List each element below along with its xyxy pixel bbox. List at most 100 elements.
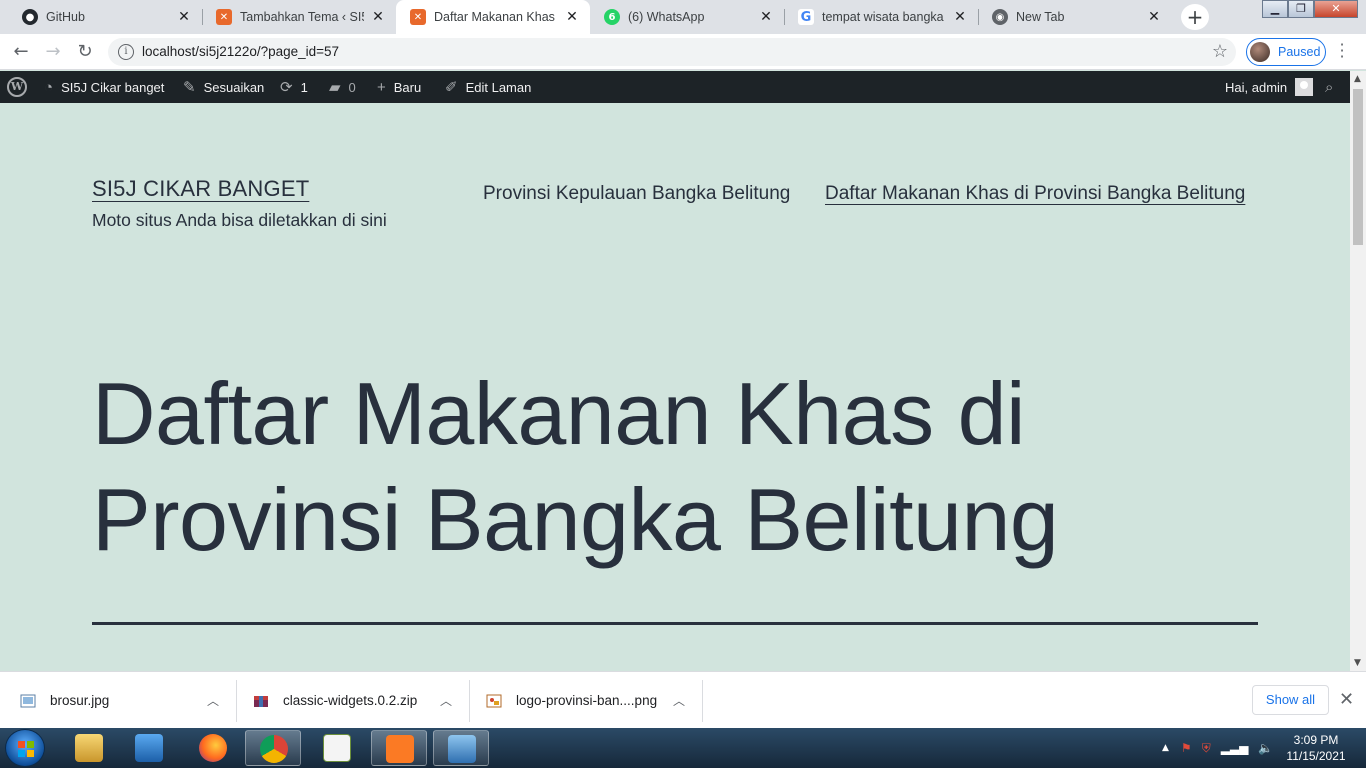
taskbar-photo-viewer[interactable] [433, 730, 489, 766]
xampp-icon: ✕ [216, 9, 232, 25]
network-diagram-icon [323, 734, 351, 762]
scroll-up-icon[interactable]: ▲ [1354, 74, 1361, 84]
reload-button[interactable]: ↻ [73, 40, 97, 64]
zip-file-icon [254, 695, 268, 707]
admin-bar-search[interactable]: ⌕ [1325, 71, 1333, 103]
download-item[interactable]: classic-widgets.0.2.zip ︿ [253, 672, 463, 729]
site-info-icon[interactable]: i [118, 44, 134, 60]
clock-time: 3:09 PM [1293, 733, 1339, 747]
download-divider [236, 680, 237, 722]
admin-bar-account[interactable]: Hai, admin [1225, 71, 1314, 103]
show-all-downloads-button[interactable]: Show all [1252, 685, 1329, 715]
window-controls: ▁ ❐ ✕ [1262, 0, 1358, 20]
tab-title: GitHub [46, 10, 85, 24]
taskbar-explorer[interactable] [61, 730, 117, 766]
tab-github[interactable]: ● GitHub ✕ [8, 0, 202, 34]
minimize-button[interactable]: ▁ [1262, 0, 1288, 18]
tab-title: Daftar Makanan Khas di [434, 10, 558, 24]
admin-bar-comments[interactable]: ▰ 0 [329, 71, 356, 103]
tab-title: New Tab [1016, 10, 1065, 24]
chevron-up-icon[interactable]: ︿ [207, 692, 219, 709]
edit-page-label: Edit Laman [465, 79, 532, 95]
address-bar[interactable]: i localhost/si5j2122o/?page_id=57 ☆ [108, 38, 1236, 66]
security-icon[interactable]: ⛨ [1202, 741, 1211, 756]
close-icon[interactable]: ✕ [952, 9, 968, 25]
window-close-button[interactable]: ✕ [1314, 0, 1358, 18]
paintbrush-icon: ✎ [183, 79, 196, 96]
windows-taskbar: ▲ ⚑ ⛨ ▂▃▅ 🔈 3:09 PM 11/15/2021 [0, 728, 1366, 768]
folder-icon [75, 734, 103, 762]
taskbar-media-player[interactable] [121, 730, 177, 766]
forward-button[interactable]: → [41, 40, 65, 64]
taskbar-xampp[interactable] [371, 730, 427, 766]
tab-google-search[interactable]: G tempat wisata bangka be ✕ [784, 0, 978, 34]
nav-item-provinsi[interactable]: Provinsi Kepulauan Bangka Belitung [483, 183, 790, 205]
taskbar-clock[interactable]: 3:09 PM 11/15/2021 [1280, 732, 1352, 764]
page-title: Daftar Makanan Khas di Provinsi Bangka B… [92, 361, 1252, 573]
new-tab-button[interactable]: + [1181, 4, 1209, 30]
profile-status: Paused [1278, 45, 1321, 59]
taskbar-network-tool[interactable] [309, 730, 365, 766]
photo-viewer-icon [448, 735, 476, 763]
admin-bar-edit-page[interactable]: ✐ Edit Laman [445, 71, 531, 103]
tab-title: Tambahkan Tema ‹ SI5J C [240, 10, 364, 24]
customize-label: Sesuaikan [203, 79, 265, 95]
browser-menu-icon[interactable]: · · · [1336, 37, 1348, 65]
clock-date: 11/15/2021 [1286, 749, 1346, 763]
pencil-icon: ✐ [445, 79, 458, 96]
browser-toolbar: ← → ↻ i localhost/si5j2122o/?page_id=57 … [0, 34, 1366, 70]
admin-bar-site-name[interactable]: ◔ SI5J Cikar banget [44, 71, 164, 103]
close-icon[interactable]: ✕ [758, 9, 774, 25]
show-hidden-icons-icon[interactable]: ▲ [1162, 743, 1169, 753]
tab-daftar-makanan[interactable]: ✕ Daftar Makanan Khas di ✕ [396, 0, 590, 34]
volume-icon[interactable]: 🔈 [1258, 741, 1273, 755]
taskbar-chrome[interactable] [245, 730, 301, 766]
action-center-flag-icon[interactable]: ⚑ [1181, 741, 1192, 755]
scroll-down-icon[interactable]: ▼ [1354, 658, 1361, 668]
comment-icon: ▰ [329, 79, 341, 96]
wp-logo-menu[interactable]: W [7, 71, 27, 103]
close-icon[interactable]: ✕ [370, 9, 386, 25]
admin-avatar [1295, 78, 1314, 96]
windows-logo-icon [18, 741, 34, 757]
download-filename: brosur.jpg [50, 693, 110, 708]
chrome-icon [260, 735, 288, 763]
maximize-button[interactable]: ❐ [1288, 0, 1314, 18]
wp-admin-bar: W ◔ SI5J Cikar banget ✎ Sesuaikan ⟳ 1 ▰ … [0, 71, 1350, 103]
network-signal-icon[interactable]: ▂▃▅ [1221, 741, 1249, 755]
site-title-link[interactable]: SI5J CIKAR BANGET [92, 176, 309, 202]
bookmark-star-icon[interactable]: ☆ [1212, 41, 1228, 62]
download-item[interactable]: logo-provinsi-ban....png ︿ [486, 672, 696, 729]
download-item[interactable]: brosur.jpg ︿ [20, 672, 230, 729]
page-scrollbar[interactable]: ▲ ▼ [1350, 71, 1366, 671]
chrome-icon: ◉ [992, 9, 1008, 25]
taskbar-firefox[interactable] [185, 730, 241, 766]
tab-tambahkan-tema[interactable]: ✕ Tambahkan Tema ‹ SI5J C ✕ [202, 0, 396, 34]
scrollbar-thumb[interactable] [1353, 89, 1363, 245]
tab-whatsapp[interactable]: 6 (6) WhatsApp ✕ [590, 0, 784, 34]
site-content: SI5J CIKAR BANGET Moto situs Anda bisa d… [0, 103, 1350, 671]
back-button[interactable]: ← [9, 40, 33, 64]
close-icon[interactable]: ✕ [564, 9, 580, 25]
wordpress-icon: W [7, 77, 27, 97]
admin-bar-updates[interactable]: ⟳ 1 [280, 71, 308, 103]
site-name-label: SI5J Cikar banget [61, 79, 165, 95]
download-divider [469, 680, 470, 722]
chevron-up-icon[interactable]: ︿ [440, 692, 452, 709]
close-icon[interactable]: ✕ [1146, 9, 1162, 25]
google-icon: G [798, 9, 814, 25]
url-text[interactable]: localhost/si5j2122o/?page_id=57 [142, 44, 339, 59]
admin-bar-customize[interactable]: ✎ Sesuaikan [183, 71, 264, 103]
admin-bar-new[interactable]: + Baru [377, 71, 421, 103]
close-icon[interactable]: ✕ [176, 9, 192, 25]
nav-item-daftar-makanan[interactable]: Daftar Makanan Khas di Provinsi Bangka B… [825, 183, 1245, 205]
page-title-line-2: Provinsi Bangka Belitung [92, 470, 1059, 569]
start-button[interactable] [5, 729, 45, 767]
downloads-bar: brosur.jpg ︿ classic-widgets.0.2.zip ︿ l… [0, 671, 1366, 728]
close-icon[interactable]: ✕ [1339, 689, 1354, 710]
firefox-icon [199, 734, 227, 762]
tab-new-tab[interactable]: ◉ New Tab ✕ [978, 0, 1172, 34]
profile-button[interactable]: Paused [1246, 38, 1326, 66]
chevron-up-icon[interactable]: ︿ [673, 692, 685, 709]
xampp-icon: ✕ [410, 9, 426, 25]
